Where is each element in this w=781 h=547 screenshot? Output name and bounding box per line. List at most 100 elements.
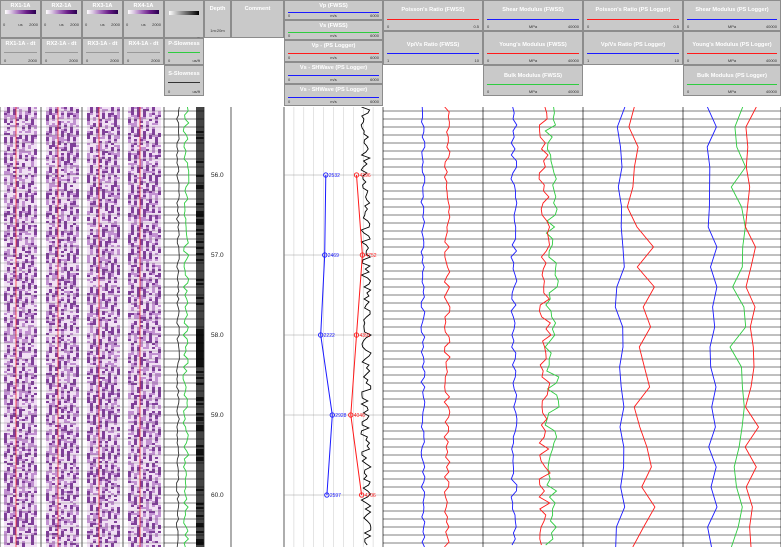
log-plot-area[interactable]: 56.0 57.0 58.0 59.0 60.0 2532 2469 2222 … <box>0 107 781 547</box>
waveform-cell <box>22 225 25 227</box>
poisson-ps-header[interactable]: Poisson's Ratio (PS Logger) 0 0.5 <box>583 0 683 31</box>
waveform-cell <box>25 487 28 489</box>
bulk-fwss-scale: 0 MPa 40000 <box>487 89 579 94</box>
waveform-cell <box>31 143 34 145</box>
bulk-ps-header[interactable]: Bulk Modulus (PS Logger) 0 MPa 40000 <box>683 65 781 96</box>
waveform-cell <box>46 193 49 195</box>
poisson-fwss-header[interactable]: Poisson's Ratio (FWSS) 0 0.5 <box>383 0 483 31</box>
waveform-cell <box>4 219 7 221</box>
rx1-dt-header[interactable]: RX1-1A - dt 0 2000 <box>0 38 41 65</box>
vs-fwss-header[interactable]: Vs (FWSS) 0 m/s 6000 <box>284 20 383 40</box>
p-slowness-header[interactable]: P-Slowness 0 us/ft <box>164 38 204 65</box>
vpvs-fwss-header[interactable]: Vp/Vs Ratio (FWSS) 1 10 <box>383 31 483 65</box>
waveform-cell <box>22 373 25 375</box>
waveform-cell <box>16 157 19 159</box>
waveform-cell <box>46 111 49 113</box>
waveform-cell <box>4 193 7 195</box>
waveform-cell <box>61 119 64 121</box>
waveform-cell <box>28 203 31 205</box>
waveform-cell <box>76 125 79 127</box>
waveform-cell <box>52 169 55 171</box>
waveform-cell <box>73 111 76 113</box>
waveform-cell <box>46 211 49 213</box>
waveform-cell <box>52 427 55 429</box>
young-ps-header[interactable]: Young's Modulus (PS Logger) 0 MPa 40000 <box>683 31 781 65</box>
waveform-cell <box>25 421 28 423</box>
waveform-cell <box>10 373 13 375</box>
waveform-cell <box>31 273 34 275</box>
vpvs-ps-header[interactable]: Vp/Vs Ratio (PS Logger) 1 10 <box>583 31 683 65</box>
waveform-cell <box>73 307 76 309</box>
waveform-cell <box>52 461 55 463</box>
rx1-header[interactable]: RX1-1A <box>0 0 41 38</box>
waveform-cell <box>4 461 7 463</box>
vs-shwave-header-2[interactable]: Vs - SHWave (PS Logger) 0 m/s 6000 <box>284 84 383 106</box>
waveform-cell <box>49 113 52 115</box>
rx1-dt-label: RX1-1A - dt <box>5 41 36 47</box>
waveform-cell <box>16 505 19 507</box>
shear-ps-header[interactable]: Shear Modulus (PS Logger) 0 MPa 40000 <box>683 0 781 31</box>
waveform-cell <box>10 153 13 155</box>
waveform-cell <box>13 285 16 287</box>
waveform-cell <box>4 531 7 533</box>
young-fwss-header[interactable]: Young's Modulus (FWSS) 0 MPa 40000 <box>483 31 583 65</box>
waveform-cell <box>28 425 31 427</box>
waveform-cell <box>7 205 10 207</box>
waveform-cell <box>7 341 10 343</box>
rx2-dt-header[interactable]: RX2-1A - dt 0 2000 <box>41 38 82 65</box>
vp-fwss-header[interactable]: Vp (FWSS) 0 m/s 6000 <box>284 0 383 20</box>
waveform-cell <box>46 333 49 335</box>
waveform-cell <box>64 211 67 213</box>
waveform-cell <box>76 539 79 541</box>
waveform-cell <box>25 185 28 187</box>
waveform-cell <box>76 145 79 147</box>
waveform-cell <box>73 247 76 249</box>
waveform-cell <box>70 291 73 293</box>
waveform-cell <box>102 109 105 111</box>
bulk-fwss-header[interactable]: Bulk Modulus (FWSS) 0 MPa 40000 <box>483 65 583 96</box>
waveform-cell <box>16 335 19 337</box>
waveform-cell <box>31 477 34 479</box>
waveform-cell <box>16 387 19 389</box>
vs-shwave-header-1[interactable]: Vs - SHWave (PS Logger) 0 m/s 6000 <box>284 62 383 84</box>
shear-fwss-header[interactable]: Shear Modulus (FWSS) 0 MPa 40000 <box>483 0 583 31</box>
waveform-cell <box>28 133 31 135</box>
waveform-cell <box>67 299 70 301</box>
waveform-cell <box>4 297 7 299</box>
waveform-cell <box>76 141 79 143</box>
waveform-cell <box>28 141 31 143</box>
waveform-cell <box>67 203 70 205</box>
vp-pslogger-header[interactable]: Vp - (PS Logger) 0 m/s 6000 <box>284 40 383 62</box>
waveform-cell <box>31 241 34 243</box>
depth-header[interactable]: Depth 1m:20m <box>204 0 231 38</box>
waveform-cell <box>7 371 10 373</box>
comment-header[interactable]: Comment <box>231 0 284 38</box>
waveform-cell <box>25 475 28 477</box>
waveform-cell <box>64 149 67 151</box>
rx3-header[interactable]: RX3-1A <box>82 0 123 38</box>
slowness-image-header[interactable]: us/ft <box>164 0 204 41</box>
rx4-header[interactable]: RX4-1A <box>123 0 164 38</box>
waveform-cell <box>19 217 22 219</box>
waveform-cell <box>4 375 7 377</box>
waveform-cell <box>16 183 19 185</box>
waveform-cell <box>76 225 79 227</box>
waveform-cell <box>70 467 73 469</box>
rx3-dt-header[interactable]: RX3-1A - dt 0 2000 <box>82 38 123 65</box>
waveform-cell <box>34 211 37 213</box>
waveform-cell <box>70 125 73 127</box>
waveform-cell <box>61 539 64 541</box>
waveform-cell <box>70 193 73 195</box>
waveform-cell <box>61 319 64 321</box>
s-slowness-header[interactable]: S-Slowness 0 us/ft <box>164 65 204 96</box>
waveform-cell <box>22 235 25 237</box>
rx2-header[interactable]: RX2-1A <box>41 0 82 38</box>
waveform-cell <box>55 193 58 195</box>
waveform-cell <box>70 353 73 355</box>
waveform-cell <box>25 433 28 435</box>
waveform-cell <box>52 399 55 401</box>
waveform-cell <box>70 513 73 515</box>
waveform-cell <box>4 261 7 263</box>
rx4-dt-header[interactable]: RX4-1A - dt 0 2000 <box>123 38 164 65</box>
waveform-cell <box>19 115 22 117</box>
